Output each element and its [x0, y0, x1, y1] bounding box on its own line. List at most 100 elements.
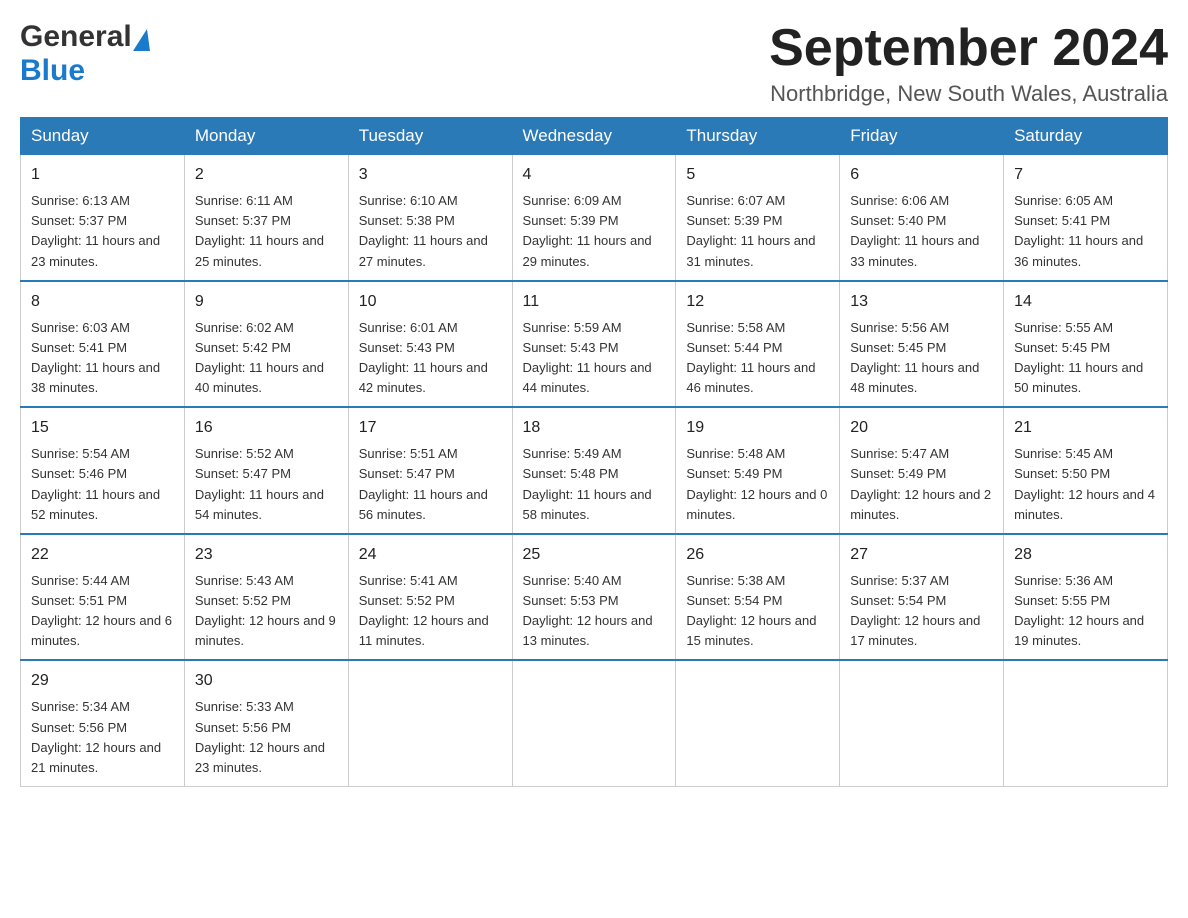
table-row: 5Sunrise: 6:07 AMSunset: 5:39 PMDaylight…	[676, 155, 840, 281]
table-row	[348, 660, 512, 786]
col-saturday: Saturday	[1004, 118, 1168, 155]
day-info: Sunrise: 5:33 AMSunset: 5:56 PMDaylight:…	[195, 697, 338, 778]
month-title: September 2024	[769, 20, 1168, 77]
day-info: Sunrise: 6:05 AMSunset: 5:41 PMDaylight:…	[1014, 191, 1157, 272]
day-number: 27	[850, 543, 993, 567]
day-number: 6	[850, 163, 993, 187]
day-info: Sunrise: 6:13 AMSunset: 5:37 PMDaylight:…	[31, 191, 174, 272]
day-info: Sunrise: 6:09 AMSunset: 5:39 PMDaylight:…	[523, 191, 666, 272]
day-number: 28	[1014, 543, 1157, 567]
day-number: 20	[850, 416, 993, 440]
day-info: Sunrise: 5:52 AMSunset: 5:47 PMDaylight:…	[195, 444, 338, 525]
day-number: 19	[686, 416, 829, 440]
day-number: 7	[1014, 163, 1157, 187]
header-row: Sunday Monday Tuesday Wednesday Thursday…	[21, 118, 1168, 155]
title-block: September 2024 Northbridge, New South Wa…	[769, 20, 1168, 107]
day-number: 5	[686, 163, 829, 187]
table-row: 22 Sunrise: 5:44 AMSunset: 5:51 PMDayligh…	[21, 534, 185, 661]
table-row: 14Sunrise: 5:55 AMSunset: 5:45 PMDayligh…	[1004, 281, 1168, 408]
table-row: 11Sunrise: 5:59 AMSunset: 5:43 PMDayligh…	[512, 281, 676, 408]
day-number: 11	[523, 290, 666, 314]
table-row: 3Sunrise: 6:10 AMSunset: 5:38 PMDaylight…	[348, 155, 512, 281]
table-row: 26 Sunrise: 5:38 AMSunset: 5:54 PMDayligh…	[676, 534, 840, 661]
day-info: Sunrise: 5:40 AMSunset: 5:53 PMDaylight:…	[523, 571, 666, 652]
day-info: Sunrise: 5:58 AMSunset: 5:44 PMDaylight:…	[686, 318, 829, 399]
day-info: Sunrise: 5:34 AMSunset: 5:56 PMDaylight:…	[31, 697, 174, 778]
day-info: Sunrise: 5:37 AMSunset: 5:54 PMDaylight:…	[850, 571, 993, 652]
day-number: 2	[195, 163, 338, 187]
table-row: 21 Sunrise: 5:45 AMSunset: 5:50 PMDayligh…	[1004, 407, 1168, 534]
day-info: Sunrise: 5:51 AMSunset: 5:47 PMDaylight:…	[359, 444, 502, 525]
table-row: 16Sunrise: 5:52 AMSunset: 5:47 PMDayligh…	[184, 407, 348, 534]
table-row: 18Sunrise: 5:49 AMSunset: 5:48 PMDayligh…	[512, 407, 676, 534]
day-number: 25	[523, 543, 666, 567]
day-info: Sunrise: 6:01 AMSunset: 5:43 PMDaylight:…	[359, 318, 502, 399]
table-row: 2 Sunrise: 6:11 AMSunset: 5:37 PMDaylight…	[184, 155, 348, 281]
table-row: 13 Sunrise: 5:56 AMSunset: 5:45 PMDayligh…	[840, 281, 1004, 408]
table-row: 15 Sunrise: 5:54 AMSunset: 5:46 PMDayligh…	[21, 407, 185, 534]
day-number: 8	[31, 290, 174, 314]
table-row: 10 Sunrise: 6:01 AMSunset: 5:43 PMDayligh…	[348, 281, 512, 408]
day-info: Sunrise: 5:41 AMSunset: 5:52 PMDaylight:…	[359, 571, 502, 652]
page-container: General Blue September 2024 Northbridge,…	[20, 20, 1168, 787]
day-info: Sunrise: 5:54 AMSunset: 5:46 PMDaylight:…	[31, 444, 174, 525]
table-row	[840, 660, 1004, 786]
week-row-0: 1Sunrise: 6:13 AMSunset: 5:37 PMDaylight…	[21, 155, 1168, 281]
table-row: 20Sunrise: 5:47 AMSunset: 5:49 PMDayligh…	[840, 407, 1004, 534]
table-row	[1004, 660, 1168, 786]
calendar-table: Sunday Monday Tuesday Wednesday Thursday…	[20, 117, 1168, 787]
table-row: 4 Sunrise: 6:09 AMSunset: 5:39 PMDaylight…	[512, 155, 676, 281]
day-info: Sunrise: 6:02 AMSunset: 5:42 PMDaylight:…	[195, 318, 338, 399]
day-number: 12	[686, 290, 829, 314]
table-row: 9 Sunrise: 6:02 AMSunset: 5:42 PMDaylight…	[184, 281, 348, 408]
col-thursday: Thursday	[676, 118, 840, 155]
table-row	[512, 660, 676, 786]
day-number: 21	[1014, 416, 1157, 440]
table-row	[676, 660, 840, 786]
day-info: Sunrise: 5:45 AMSunset: 5:50 PMDaylight:…	[1014, 444, 1157, 525]
day-number: 22	[31, 543, 174, 567]
header: General Blue September 2024 Northbridge,…	[20, 20, 1168, 107]
logo-triangle-icon	[133, 29, 150, 51]
table-row: 30 Sunrise: 5:33 AMSunset: 5:56 PMDayligh…	[184, 660, 348, 786]
col-sunday: Sunday	[21, 118, 185, 155]
col-monday: Monday	[184, 118, 348, 155]
day-number: 13	[850, 290, 993, 314]
day-info: Sunrise: 5:38 AMSunset: 5:54 PMDaylight:…	[686, 571, 829, 652]
day-number: 4	[523, 163, 666, 187]
day-number: 29	[31, 669, 174, 693]
day-number: 3	[359, 163, 502, 187]
day-info: Sunrise: 6:03 AMSunset: 5:41 PMDaylight:…	[31, 318, 174, 399]
table-row: 27 Sunrise: 5:37 AMSunset: 5:54 PMDayligh…	[840, 534, 1004, 661]
table-row: 12 Sunrise: 5:58 AMSunset: 5:44 PMDayligh…	[676, 281, 840, 408]
day-info: Sunrise: 5:44 AMSunset: 5:51 PMDaylight:…	[31, 571, 174, 652]
day-number: 15	[31, 416, 174, 440]
day-number: 17	[359, 416, 502, 440]
location-title: Northbridge, New South Wales, Australia	[769, 81, 1168, 107]
logo: General Blue	[20, 20, 150, 88]
table-row: 24 Sunrise: 5:41 AMSunset: 5:52 PMDayligh…	[348, 534, 512, 661]
day-info: Sunrise: 5:43 AMSunset: 5:52 PMDaylight:…	[195, 571, 338, 652]
table-row: 6 Sunrise: 6:06 AMSunset: 5:40 PMDaylight…	[840, 155, 1004, 281]
day-info: Sunrise: 5:48 AMSunset: 5:49 PMDaylight:…	[686, 444, 829, 525]
table-row: 23Sunrise: 5:43 AMSunset: 5:52 PMDayligh…	[184, 534, 348, 661]
table-row: 25 Sunrise: 5:40 AMSunset: 5:53 PMDayligh…	[512, 534, 676, 661]
day-number: 24	[359, 543, 502, 567]
day-info: Sunrise: 5:36 AMSunset: 5:55 PMDaylight:…	[1014, 571, 1157, 652]
table-row: 1Sunrise: 6:13 AMSunset: 5:37 PMDaylight…	[21, 155, 185, 281]
table-row: 28 Sunrise: 5:36 AMSunset: 5:55 PMDayligh…	[1004, 534, 1168, 661]
col-tuesday: Tuesday	[348, 118, 512, 155]
table-row: 8 Sunrise: 6:03 AMSunset: 5:41 PMDaylight…	[21, 281, 185, 408]
day-number: 26	[686, 543, 829, 567]
day-number: 9	[195, 290, 338, 314]
day-info: Sunrise: 6:11 AMSunset: 5:37 PMDaylight:…	[195, 191, 338, 272]
logo-general-text: General	[20, 20, 132, 54]
day-number: 10	[359, 290, 502, 314]
week-row-3: 22 Sunrise: 5:44 AMSunset: 5:51 PMDayligh…	[21, 534, 1168, 661]
day-number: 14	[1014, 290, 1157, 314]
table-row: 19 Sunrise: 5:48 AMSunset: 5:49 PMDayligh…	[676, 407, 840, 534]
week-row-4: 29 Sunrise: 5:34 AMSunset: 5:56 PMDayligh…	[21, 660, 1168, 786]
day-number: 30	[195, 669, 338, 693]
day-info: Sunrise: 6:06 AMSunset: 5:40 PMDaylight:…	[850, 191, 993, 272]
day-info: Sunrise: 5:56 AMSunset: 5:45 PMDaylight:…	[850, 318, 993, 399]
